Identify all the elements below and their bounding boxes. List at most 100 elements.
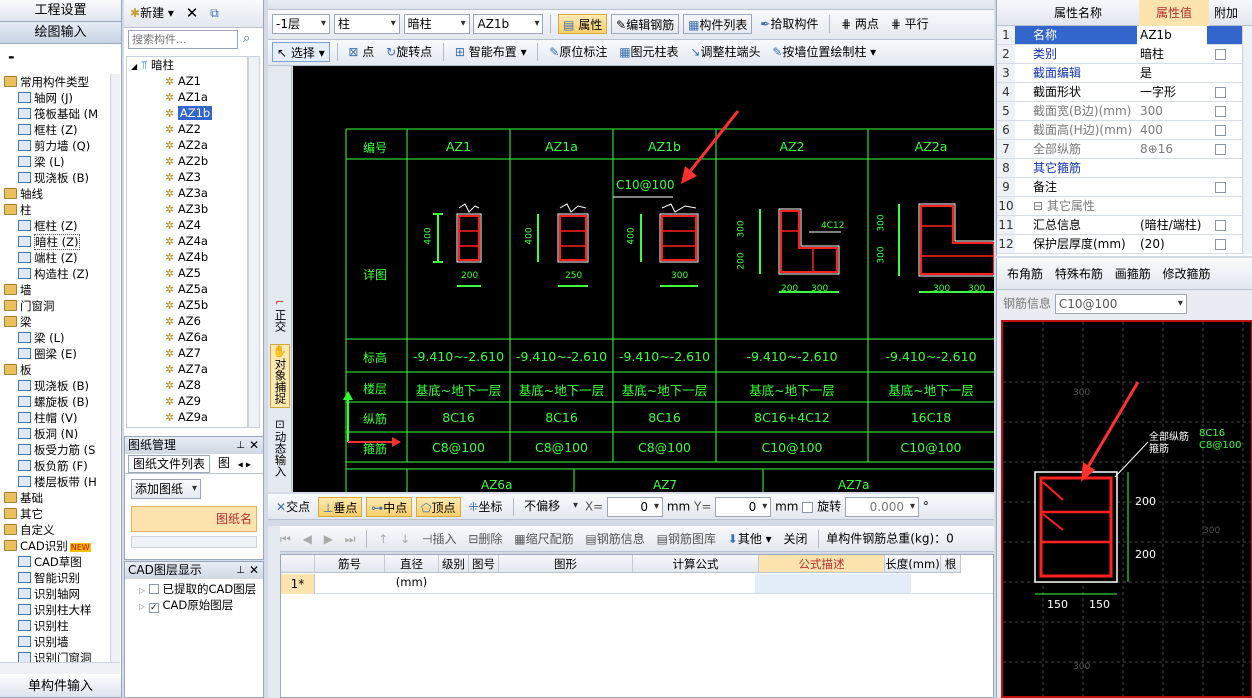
component-item[interactable]: ✲ AZ5 — [127, 265, 247, 281]
property-row[interactable]: 1 名称 AZ1b — [997, 26, 1252, 45]
grid-header[interactable]: 图号 — [469, 555, 499, 573]
pin-icon[interactable]: ⊥ — [236, 437, 245, 454]
single-input-button[interactable]: 单构件输入 — [0, 676, 121, 698]
grid-header[interactable]: 图形 — [499, 555, 633, 573]
cad-canvas[interactable]: 编号 详图 标高 楼层 纵筋 箍筋 C10@100 400 200 400 25… — [293, 66, 994, 492]
component-item[interactable]: ✲ AZ9a — [127, 409, 247, 425]
rotate-input[interactable]: 0.000 — [844, 497, 919, 517]
tree-item[interactable]: 筏板基础 (M — [0, 106, 112, 122]
tree-item[interactable]: 识别柱 — [0, 618, 112, 634]
component-search-input[interactable] — [128, 30, 238, 49]
extra-checkbox[interactable] — [1215, 87, 1226, 98]
tree-item[interactable]: 楼层板带 (H — [0, 474, 112, 490]
extra-checkbox[interactable] — [1215, 49, 1226, 60]
tree-item[interactable]: 智能识别 — [0, 570, 112, 586]
component-item[interactable]: ✲ AZ4b — [127, 249, 247, 265]
component-item[interactable]: ✲ AZ1a — [127, 89, 247, 105]
grid-header[interactable]: 长度(mm) — [885, 555, 941, 573]
property-row[interactable]: 6 截面高(H边)(mm) 400 — [997, 121, 1252, 140]
property-value[interactable]: (暗柱/端柱) — [1137, 216, 1207, 235]
layer-checkbox[interactable] — [148, 584, 159, 594]
x-input[interactable]: 0 — [607, 497, 663, 517]
component-item[interactable]: ✲ AZ4 — [127, 217, 247, 233]
pin-icon[interactable]: ⊥ — [236, 562, 245, 579]
collapse-all-button[interactable]: - — [0, 44, 121, 70]
corner-rebar-button[interactable]: 布角筋 — [1007, 267, 1043, 281]
grid-header[interactable]: 根 — [941, 555, 961, 573]
insert-button[interactable]: ⊣插入 — [418, 529, 460, 549]
grid-header[interactable]: 直径(mm) — [385, 555, 439, 589]
tree-folder[interactable]: 梁 — [0, 314, 112, 330]
component-item[interactable]: ✲ AZ3 — [127, 169, 247, 185]
tree-item[interactable]: 板洞 (N) — [0, 426, 112, 442]
component-item[interactable]: ✲ AZ9 — [127, 393, 247, 409]
drawing-input-button[interactable]: 绘图输入 — [0, 22, 121, 44]
property-row[interactable]: 2 类别 暗柱 — [997, 45, 1252, 64]
property-row[interactable]: 9 备注 — [997, 178, 1252, 197]
component-item[interactable]: ✲ AZ1 — [127, 73, 247, 89]
formula-desc-cell[interactable] — [755, 574, 911, 593]
property-row[interactable]: 12 保护层厚度(mm) (20) — [997, 235, 1252, 254]
tree-folder[interactable]: 板 — [0, 362, 112, 378]
component-item[interactable]: ✲ AZ2b — [127, 153, 247, 169]
property-row[interactable]: 11 汇总信息 (暗柱/端柱) — [997, 216, 1252, 235]
component-item[interactable]: ✲ AZ6 — [127, 313, 247, 329]
component-item[interactable]: ✲ AZ6a — [127, 329, 247, 345]
component-item[interactable]: ✲ AZ8 — [127, 377, 247, 393]
point-button[interactable]: ⊠ 点 — [344, 42, 378, 62]
rebar-info-select[interactable]: C10@100 — [1054, 294, 1187, 314]
last-icon[interactable]: ⏭ — [341, 529, 360, 549]
midpoint-button[interactable]: ⊶中点 — [366, 497, 413, 517]
other-button[interactable]: ⬇其他 ▾ — [724, 529, 776, 549]
extra-checkbox[interactable] — [1215, 182, 1226, 193]
type-select[interactable]: 柱 — [333, 14, 400, 34]
rotate-checkbox[interactable] — [802, 501, 814, 513]
property-row[interactable]: 8 其它箍筋 — [997, 159, 1252, 178]
tree-item[interactable]: 识别轴网 — [0, 586, 112, 602]
tree-item[interactable]: 圈梁 (E) — [0, 346, 112, 362]
tree-item[interactable]: 识别墙 — [0, 634, 112, 650]
component-item[interactable]: ✲ AZ1b — [127, 105, 247, 121]
delete-icon[interactable]: ✕ — [182, 3, 203, 23]
component-item[interactable]: ✲ AZ5b — [127, 297, 247, 313]
two-point-button[interactable]: ⋕ 两点 — [837, 14, 883, 34]
prev-icon[interactable]: ◀ — [299, 529, 316, 549]
component-item[interactable]: ✲ AZ2a — [127, 137, 247, 153]
extra-checkbox[interactable] — [1215, 125, 1226, 136]
intersect-button[interactable]: ✕交点 — [272, 497, 314, 517]
scale-rebar-button[interactable]: ▦缩尺配筋 — [510, 529, 577, 549]
vertex-button[interactable]: ⬠顶点 — [416, 497, 461, 517]
drawing-hscroll[interactable] — [131, 536, 257, 548]
snap-button[interactable]: ✋ 对象捕捉 — [270, 344, 290, 408]
component-item[interactable]: ✲ AZ2 — [127, 121, 247, 137]
property-row[interactable]: 3 截面编辑 是 — [997, 64, 1252, 83]
property-value[interactable]: 400 — [1137, 121, 1207, 140]
component-item[interactable]: ✲ AZ5a — [127, 281, 247, 297]
select-button[interactable]: ↖ 选择 ▾ — [272, 42, 330, 62]
rebar-info-button[interactable]: ▤钢筋信息 — [581, 529, 648, 549]
extra-checkbox[interactable] — [1215, 106, 1226, 117]
grid-header[interactable]: 筋号 — [315, 555, 385, 573]
tree-folder[interactable]: 其它 — [0, 506, 112, 522]
tree-item[interactable]: 现浇板 (B) — [0, 170, 112, 186]
extra-checkbox[interactable] — [1215, 220, 1226, 231]
property-row[interactable]: 7 全部纵筋 8⊕16 — [997, 140, 1252, 159]
property-value[interactable]: (20) — [1137, 235, 1207, 254]
tree-folder[interactable]: 墙 — [0, 282, 112, 298]
section-canvas[interactable]: 全部纵筋 箍筋 8C16 C8@100 150 150 200 200 300 … — [1001, 320, 1252, 698]
tree-folder[interactable]: 基础 — [0, 490, 112, 506]
layer-checkbox[interactable]: ✓ — [148, 603, 159, 613]
tree-item[interactable]: 暗柱 (Z) — [0, 234, 112, 250]
pick-component-button[interactable]: ✒拾取构件 — [756, 14, 822, 34]
component-item[interactable]: ✲ AZ7 — [127, 345, 247, 361]
left-scrollbar[interactable] — [110, 74, 120, 662]
tree-item[interactable]: 剪力墙 (Q) — [0, 138, 112, 154]
tree-item[interactable]: 轴网 (J) — [0, 90, 112, 106]
layer-item[interactable]: ▷ 已提取的CAD图层 — [139, 581, 263, 597]
delete-button[interactable]: ⊟删除 — [464, 529, 506, 549]
y-input[interactable]: 0 — [715, 497, 772, 517]
ortho-button[interactable]: ⌐ 正交 — [271, 296, 289, 335]
tree-item[interactable]: 板负筋 (F) — [0, 458, 112, 474]
tab-second[interactable]: 图 — [214, 455, 234, 473]
project-settings-button[interactable]: 工程设置 — [0, 0, 121, 22]
